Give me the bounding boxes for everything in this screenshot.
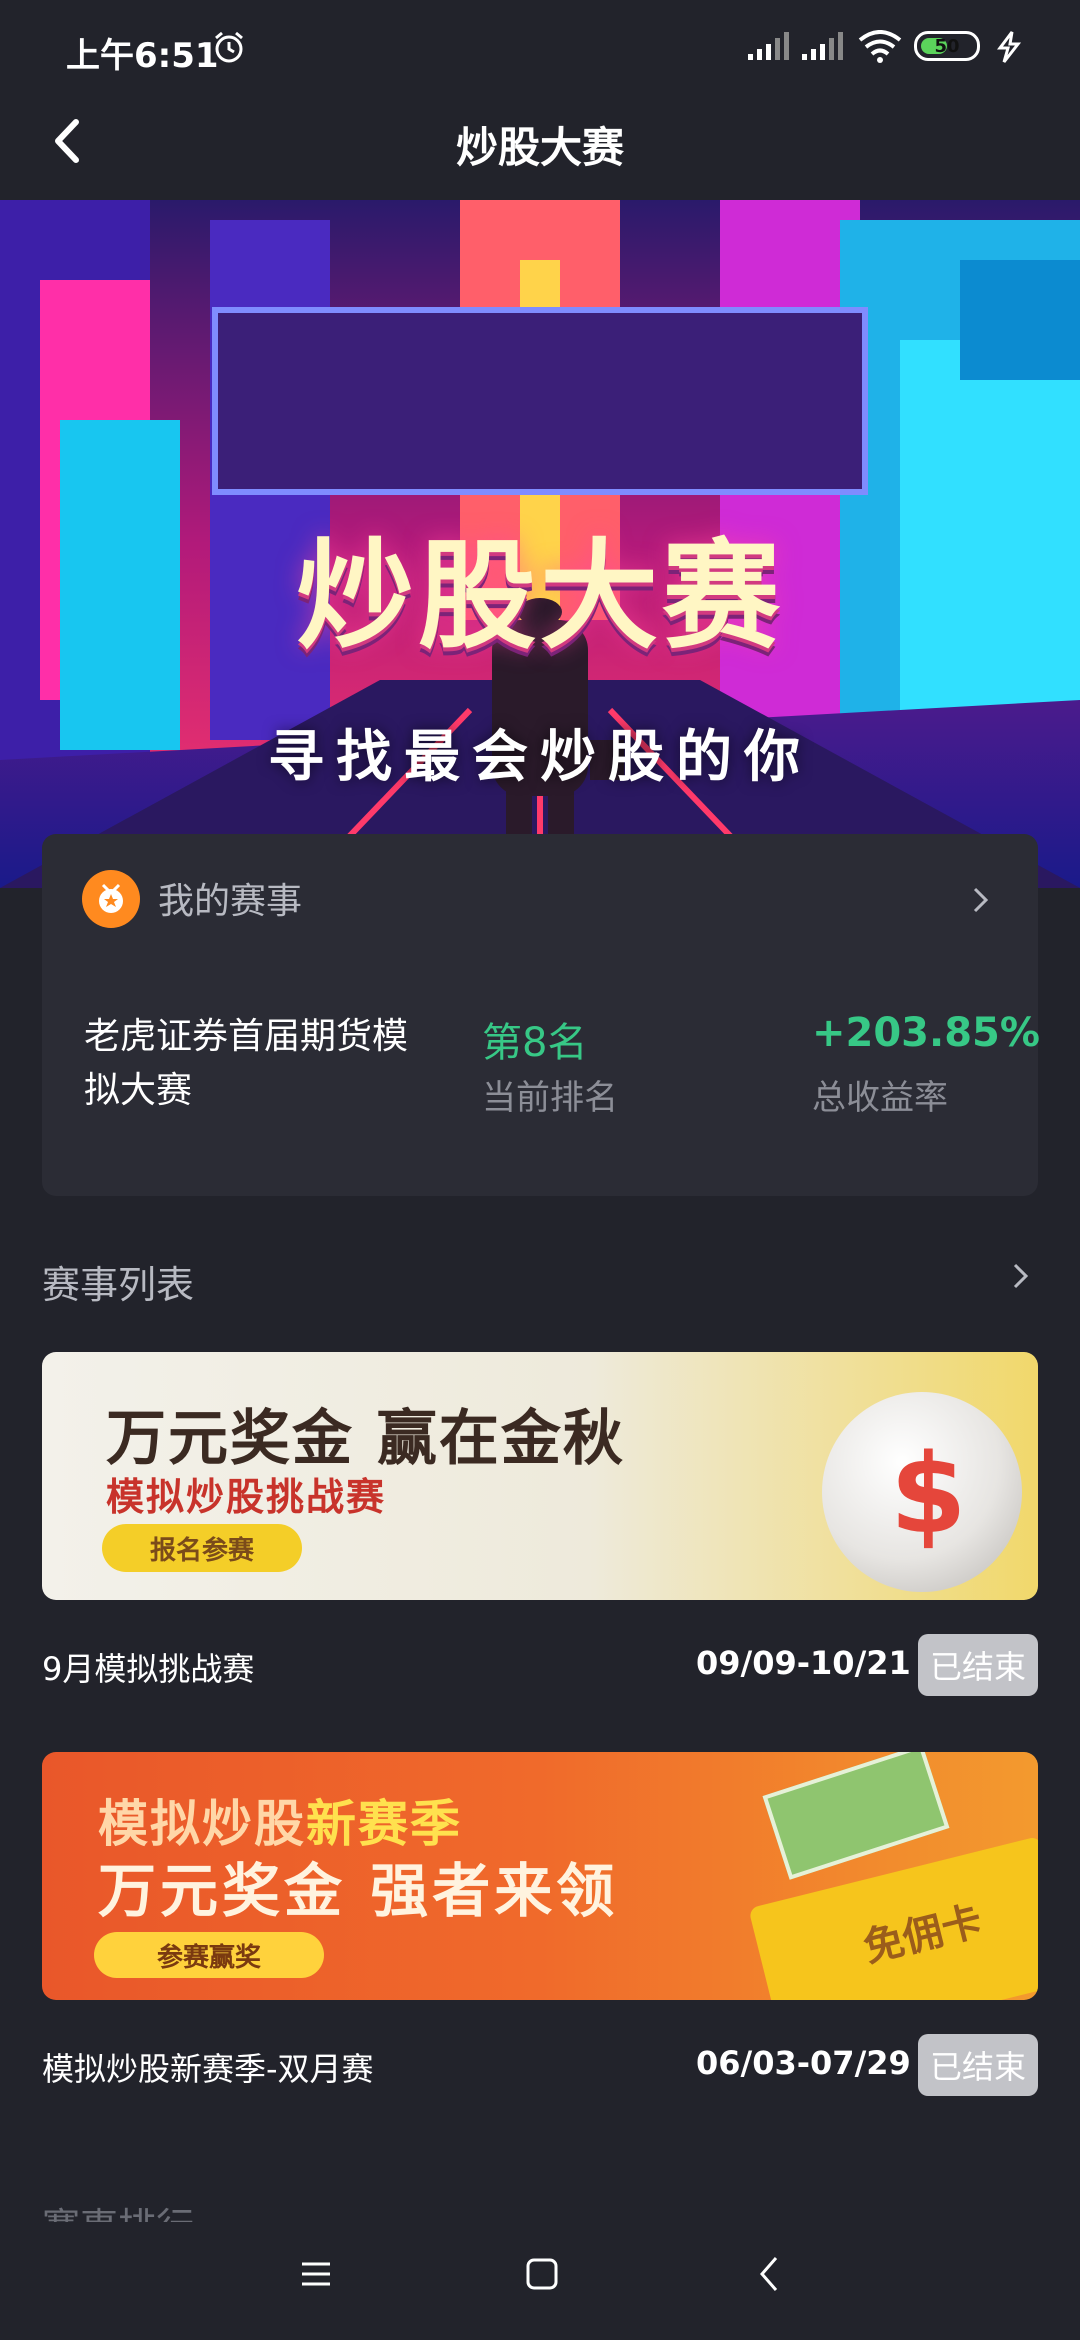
menu-icon[interactable] (298, 2256, 334, 2292)
status-badge: 已结束 (918, 1634, 1038, 1696)
my-competition-title: 我的赛事 (158, 881, 303, 922)
signal-icon (748, 32, 789, 60)
wifi-icon (858, 30, 902, 63)
medal-icon (82, 870, 140, 928)
charging-icon (997, 31, 1022, 63)
banner-subtitle: 寻找最会炒股的你 (268, 725, 812, 790)
home-icon[interactable] (524, 2256, 560, 2292)
status-badge: 已结束 (918, 2034, 1038, 2096)
back-icon[interactable] (754, 2254, 784, 2294)
chevron-right-icon[interactable] (1012, 1262, 1030, 1290)
competition-dates: 09/09-10/21 (696, 1644, 911, 1682)
dollar-icon: $ (890, 1430, 967, 1558)
rank-label: 当前排名 (482, 1078, 618, 1118)
page-title: 炒股大赛 (455, 123, 624, 172)
cash-image (762, 1752, 950, 1880)
banner-title: 炒股大赛 (295, 527, 784, 665)
banner2-subline: 万元奖金 强者来领 (98, 1857, 619, 1925)
battery-text: 50 (934, 35, 960, 57)
join-button: 参赛赢奖 (94, 1932, 324, 1978)
competition-banner-2[interactable]: 模拟炒股新赛季 万元奖金 强者来领 参赛赢奖 免佣卡 (42, 1752, 1038, 2000)
alarm-icon (215, 31, 243, 63)
chevron-right-icon[interactable] (972, 886, 990, 914)
hero-banner[interactable]: 炒股大赛 寻找最会炒股的你 (0, 200, 1080, 888)
status-time: 上午6:51 (66, 36, 219, 76)
register-button: 报名参赛 (102, 1524, 302, 1572)
banner1-headline: 万元奖金 赢在金秋 (106, 1404, 625, 1474)
my-competition-card[interactable]: 我的赛事 老虎证券首届期货模拟大赛 第8名 当前排名 +203.85% 总收益率 (42, 834, 1040, 1196)
return-value: +203.85% (812, 1010, 1040, 1056)
signal-icon (802, 32, 843, 60)
return-label: 总收益率 (812, 1078, 948, 1118)
competition-list-title: 赛事列表 (42, 1263, 195, 1307)
battery-icon: 50 (914, 31, 980, 61)
rank-value: 第8名 (482, 1020, 588, 1066)
competition-dates: 06/03-07/29 (696, 2044, 911, 2082)
competition-banner-1[interactable]: 万元奖金 赢在金秋 模拟炒股挑战赛 报名参赛 $ (42, 1352, 1038, 1600)
banner1-subline: 模拟炒股挑战赛 (106, 1475, 387, 1519)
competition-name: 老虎证券首届期货模拟大赛 (84, 1016, 409, 1111)
competition-name[interactable]: 9月模拟挑战赛 (42, 1644, 254, 1690)
competition-name[interactable]: 模拟炒股新赛季-双月赛 (42, 2044, 374, 2090)
